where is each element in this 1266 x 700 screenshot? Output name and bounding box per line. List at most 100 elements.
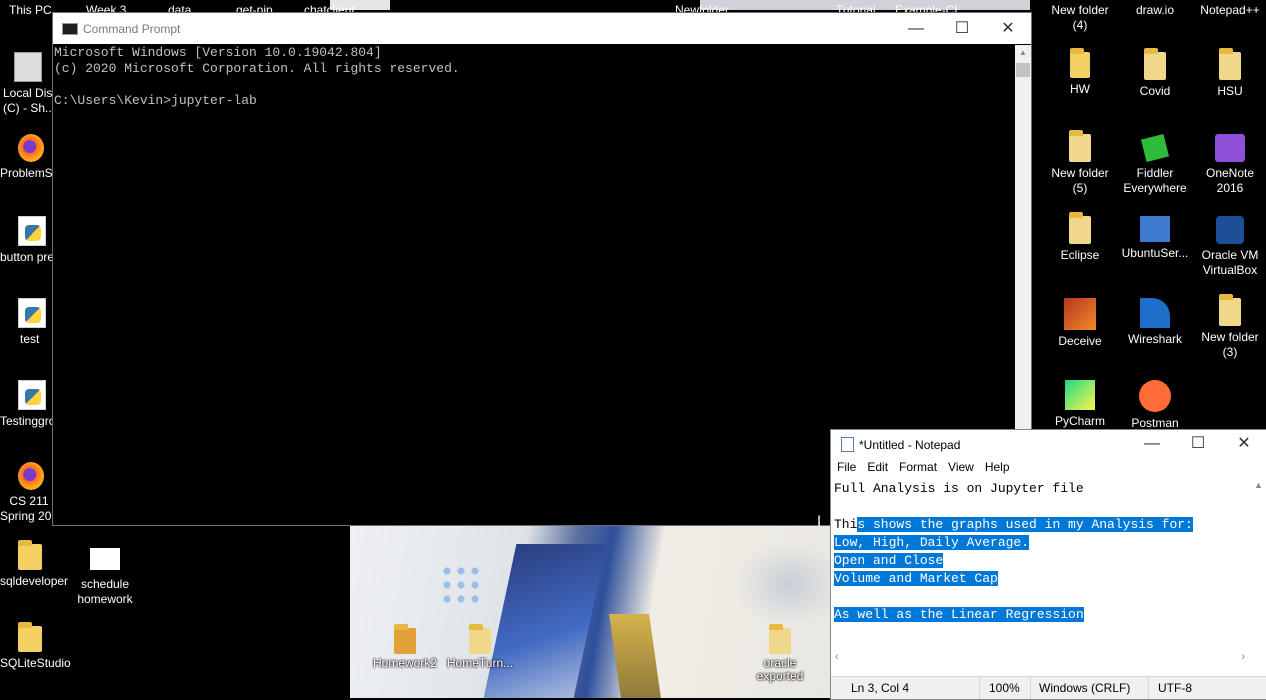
scroll-up-icon[interactable]: ▲ <box>1250 480 1266 490</box>
desktop-icon-new-folder-4[interactable]: New folder (4) <box>1042 3 1118 33</box>
close-button[interactable]: ✕ <box>1221 430 1266 458</box>
desktop-icon-label: schedule homework <box>77 577 133 606</box>
desktop-icon-schedule-homework[interactable]: schedule homework <box>67 548 143 607</box>
desktop-icon-new-folder-3[interactable]: New folder (3) <box>1192 294 1266 360</box>
desktop-icon-label: New folder (5) <box>1051 166 1109 195</box>
desktop-icon-fiddler[interactable]: Fiddler Everywhere <box>1117 134 1193 196</box>
onenote-icon <box>1215 134 1245 162</box>
folder-icon <box>1219 294 1241 326</box>
desktop-icon-wireshark[interactable]: Wireshark <box>1117 298 1193 347</box>
desktop-icon-pycharm[interactable]: PyCharm <box>1042 380 1118 429</box>
desktop-icon-sqlitestudio[interactable]: SQLiteStudio <box>0 622 71 671</box>
desktop-icon-label: button pre <box>0 250 55 264</box>
desktop-icon-hsu[interactable]: HSU <box>1192 48 1266 99</box>
notepad-vertical-scrollbar[interactable]: ▲ <box>1250 480 1266 645</box>
text-line: As well as the Linear Regression <box>834 606 1249 624</box>
cmd-window-title: Command Prompt <box>83 22 181 36</box>
desktop-icon-testinggro[interactable]: Testinggro <box>0 380 55 429</box>
desktop-icon-button-pre[interactable]: button pre <box>0 216 54 265</box>
desktop-icon-this-pc[interactable]: This PC <box>9 3 52 17</box>
cmd-app-icon <box>62 23 78 35</box>
notepad-window[interactable]: *Untitled - Notepad — ☐ ✕ File Edit Format… <box>830 429 1266 700</box>
python-file-icon <box>18 298 46 328</box>
scroll-left-icon[interactable]: ‹ <box>835 651 839 663</box>
menu-edit[interactable]: Edit <box>861 458 893 474</box>
desktop-icon-problemset[interactable]: ProblemSe <box>0 134 59 181</box>
desktop-icon-label: HW <box>1070 82 1090 96</box>
folder-icon <box>1069 130 1091 162</box>
desktop-icon-label: draw.io <box>1135 3 1175 17</box>
notepad-horizontal-scrollbar[interactable]: ‹ › <box>831 649 1266 666</box>
text-line: Low, High, Daily Average. <box>834 534 1249 552</box>
notepad-status-bar: Ln 3, Col 4 100% Windows (CRLF) UTF-8 <box>831 676 1266 699</box>
close-button[interactable]: ✕ <box>985 13 1031 44</box>
desktop-icon-notepadpp[interactable]: Notepad++ <box>1192 3 1266 18</box>
desktop-icon-virtualbox[interactable]: Oracle VM VirtualBox <box>1192 216 1266 278</box>
desktop-icon-hw[interactable]: HW <box>1042 48 1118 97</box>
console-line: C:\Users\Kevin>jupyter-lab <box>54 93 257 108</box>
scroll-up-icon[interactable]: ▲ <box>1015 45 1031 61</box>
desktop-icon-hometurn[interactable]: HomeTurn... <box>440 624 520 670</box>
minimize-button[interactable]: — <box>1129 430 1175 458</box>
desktop-icon-oracle-exported[interactable]: oracle exported <box>740 624 820 683</box>
postman-icon <box>1139 380 1171 412</box>
desktop-icon-label: UbuntuSer... <box>1121 246 1189 260</box>
line-ending: Windows (CRLF) <box>1039 681 1131 695</box>
status-divider <box>1030 677 1031 699</box>
text-selection: Volume and Market Cap <box>834 571 998 586</box>
scroll-right-icon[interactable]: › <box>1241 651 1245 663</box>
desktop-icon-covid[interactable]: Covid <box>1117 48 1193 99</box>
desktop-icon-label: ProblemSe <box>0 166 60 180</box>
encoding: UTF-8 <box>1158 681 1192 695</box>
menu-view[interactable]: View <box>942 458 979 474</box>
notepad-app-icon <box>841 437 854 452</box>
text-unselected: Thi <box>834 517 858 532</box>
desktop-icon-local-disk[interactable]: Local Disk (C) - Sh... <box>3 52 58 116</box>
maximize-button[interactable]: ☐ <box>1175 430 1221 458</box>
desktop-icon-drawio[interactable]: draw.io <box>1117 3 1193 18</box>
folder-icon <box>469 624 491 654</box>
cmd-title-bar[interactable]: Command Prompt — ☐ ✕ <box>53 13 1031 44</box>
menu-format[interactable]: Format <box>893 458 942 474</box>
desktop-icon-label: Notepad++ <box>1200 3 1260 17</box>
minimize-button[interactable]: — <box>893 13 939 44</box>
desktop-icon-deceive[interactable]: Deceive <box>1042 298 1118 349</box>
desktop-icon-label: OneNote 2016 <box>1205 166 1255 195</box>
notepad-text-area[interactable]: Full Analysis is on Jupyter file​This sh… <box>834 480 1249 645</box>
menu-help[interactable]: Help <box>979 458 1015 474</box>
desktop-icon-label: Deceive <box>1058 334 1102 348</box>
scrollbar-thumb[interactable] <box>1016 63 1030 77</box>
wallpaper-shape <box>483 544 607 698</box>
firefox-icon <box>18 134 44 162</box>
desktop-icon-postman[interactable]: Postman <box>1117 380 1193 431</box>
maximize-button[interactable]: ☐ <box>939 13 985 44</box>
virtualbox-icon <box>1216 216 1244 244</box>
desktop-icon-label: HSU <box>1217 84 1243 98</box>
desktop-icon-onenote[interactable]: OneNote 2016 <box>1192 134 1266 196</box>
desktop-icon-label: Fiddler Everywhere <box>1123 166 1187 195</box>
app-icon <box>18 540 42 570</box>
desktop-icon-label: test <box>20 332 40 346</box>
menu-file[interactable]: File <box>831 458 861 474</box>
drive-icon <box>14 52 42 82</box>
desktop-icon-label: HomeTurn... <box>446 656 514 670</box>
desktop-icon-label: PyCharm <box>1054 414 1105 428</box>
desktop-icon-eclipse[interactable]: Eclipse <box>1042 212 1118 263</box>
desktop-icon-sqldeveloper[interactable]: sqldeveloper <box>0 540 68 589</box>
firefox-icon <box>18 462 44 490</box>
desktop-icon-homework2[interactable]: Homework2 <box>365 624 445 670</box>
status-divider <box>1148 677 1149 699</box>
desktop-icon-cs211[interactable]: CS 211 Spring 2021 <box>0 462 65 524</box>
desktop-icon-test[interactable]: test <box>18 298 46 347</box>
text-line: Full Analysis is on Jupyter file <box>834 481 1084 496</box>
app-icon <box>18 622 42 652</box>
desktop-icon-label: Oracle VM VirtualBox <box>1201 248 1259 277</box>
file-icon <box>90 548 120 570</box>
desktop-icon-new-folder-5[interactable]: New folder (5) <box>1042 130 1118 196</box>
desktop-icon-ubuntuserver[interactable]: UbuntuSer... <box>1117 216 1193 261</box>
folder-icon <box>769 624 791 654</box>
text-line: ​ <box>834 498 1249 516</box>
desktop-icon-label: Eclipse <box>1060 248 1100 262</box>
notepad-title-bar[interactable]: *Untitled - Notepad — ☐ ✕ <box>831 430 1266 458</box>
deceive-icon <box>1064 298 1096 330</box>
